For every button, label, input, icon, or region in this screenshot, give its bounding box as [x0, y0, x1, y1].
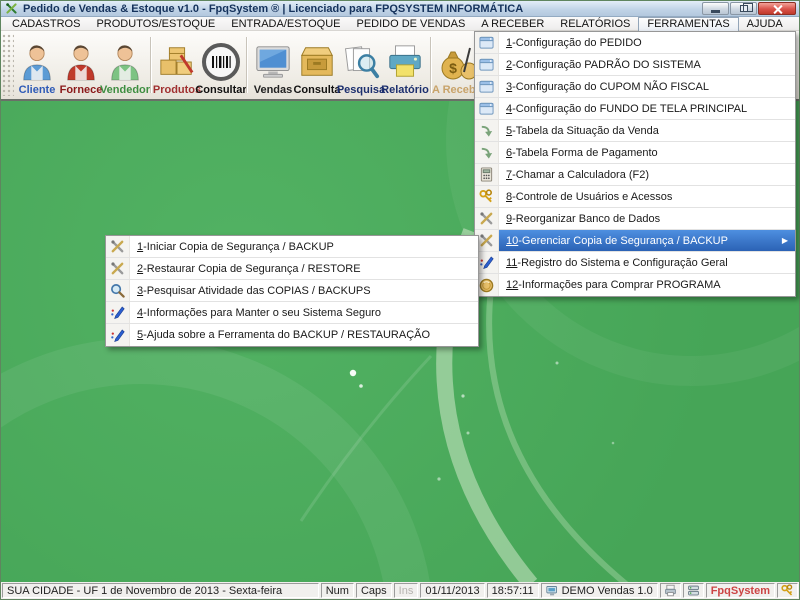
search-docs-icon	[341, 40, 381, 84]
backup-submenu: 1-Iniciar Copia de Segurança / BACKUP 2-…	[105, 235, 479, 347]
tools-icon	[106, 258, 130, 279]
toolbar-button-produtos[interactable]: Produtos	[155, 31, 199, 99]
status-network-panel[interactable]	[683, 583, 704, 598]
seller-person-icon	[105, 40, 145, 84]
status-keys-panel[interactable]	[777, 583, 798, 598]
status-demo-version: DEMO Vendas 1.0	[541, 583, 658, 598]
restore-icon	[740, 5, 748, 12]
magnifier-icon	[106, 280, 130, 301]
submenu-item-informacoes-seguranca[interactable]: 4-Informações para Manter o seu Sistema …	[106, 302, 478, 324]
status-time: 18:57:11	[487, 583, 539, 598]
menu-item-chamar-calculadora[interactable]: 7-Chamar a Calculadora (F2)	[475, 164, 795, 186]
keys-icon	[781, 584, 794, 597]
menu-item-informacoes-comprar[interactable]: 12-Informações para Comprar PROGRAMA	[475, 274, 795, 296]
keys-icon	[475, 186, 499, 207]
product-boxes-icon	[157, 40, 197, 84]
submenu-item-iniciar-backup[interactable]: 1-Iniciar Copia de Segurança / BACKUP	[106, 236, 478, 258]
toolbar-button-consulta[interactable]: Consulta	[295, 31, 339, 99]
ferramentas-dropdown-menu: 1-Configuração do PEDIDO 2-Configuração …	[474, 31, 796, 297]
menubar-item-a-receber[interactable]: A RECEBER	[473, 17, 552, 31]
menu-item-tabela-situacao-venda[interactable]: 5-Tabela da Situação da Venda	[475, 120, 795, 142]
menubar-item-pedido-de-vendas[interactable]: PEDIDO DE VENDAS	[348, 17, 473, 31]
tools-icon	[475, 208, 499, 229]
submenu-arrow-icon: ▶	[782, 230, 788, 251]
window-icon	[475, 32, 499, 53]
menu-item-controle-usuarios[interactable]: 8-Controle de Usuários e Acessos	[475, 186, 795, 208]
menu-item-configuracao-pedido[interactable]: 1-Configuração do PEDIDO	[475, 32, 795, 54]
menu-item-configuracao-fundo-tela[interactable]: 4-Configuração do FUNDO DE TELA PRINCIPA…	[475, 98, 795, 120]
menu-item-configuracao-padrao[interactable]: 2-Configuração PADRÃO DO SISTEMA	[475, 54, 795, 76]
sales-monitor-icon	[253, 40, 293, 84]
status-caps-lock: Caps	[356, 583, 392, 598]
status-bar: SUA CIDADE - UF 1 de Novembro de 2013 - …	[1, 582, 799, 599]
app-tools-icon	[5, 2, 18, 15]
toolbar-button-pesquisa[interactable]: Pesquisa	[339, 31, 383, 99]
menubar-item-relatorios[interactable]: RELATÓRIOS	[552, 17, 638, 31]
application-window: Pedido de Vendas & Estoque v1.0 - FpqSys…	[0, 0, 800, 600]
status-brand: FpqSystem	[706, 583, 775, 598]
status-date: 01/11/2013	[420, 583, 484, 598]
submenu-item-pesquisar-copias[interactable]: 3-Pesquisar Atividade das COPIAS / BACKU…	[106, 280, 478, 302]
close-icon	[773, 4, 782, 13]
menubar-item-entrada-estoque[interactable]: ENTRADA/ESTOQUE	[223, 17, 348, 31]
window-icon	[475, 98, 499, 119]
toolbar-button-relatorio[interactable]: Relatório	[383, 31, 427, 99]
toolbar-button-fornece[interactable]: Fornece	[59, 31, 103, 99]
toolbar-separator	[246, 37, 248, 93]
drawer-icon	[297, 40, 337, 84]
menubar-item-produtos-estoque[interactable]: PRODUTOS/ESTOQUE	[88, 17, 223, 31]
menubar-item-cadastros[interactable]: CADASTROS	[4, 17, 88, 31]
toolbar-button-vendedor[interactable]: Vendedor	[103, 31, 147, 99]
client-person-icon	[17, 40, 57, 84]
barcode-icon	[201, 40, 241, 84]
restore-button[interactable]	[730, 2, 757, 15]
status-location: SUA CIDADE - UF 1 de Novembro de 2013 - …	[2, 583, 319, 598]
printer-icon	[664, 584, 677, 597]
status-num-lock: Num	[321, 583, 354, 598]
minimize-icon	[711, 10, 720, 13]
toolbar-separator	[150, 37, 152, 93]
calculator-icon	[475, 164, 499, 185]
network-icon	[687, 584, 700, 597]
submenu-item-restaurar-restore[interactable]: 2-Restaurar Copia de Segurança / RESTORE	[106, 258, 478, 280]
window-icon	[475, 54, 499, 75]
menu-bar: CADASTROS PRODUTOS/ESTOQUE ENTRADA/ESTOQ…	[1, 17, 799, 31]
supplier-person-icon	[61, 40, 101, 84]
menubar-item-ajuda[interactable]: AJUDA	[739, 17, 791, 31]
pen-icon	[106, 302, 130, 323]
close-button[interactable]	[758, 2, 796, 15]
window-title: Pedido de Vendas & Estoque v1.0 - FpqSys…	[23, 3, 523, 15]
submenu-item-ajuda-backup[interactable]: 5-Ajuda sobre a Ferramenta do BACKUP / R…	[106, 324, 478, 346]
tools-icon	[106, 236, 130, 257]
toolbar-button-vendas[interactable]: Vendas	[251, 31, 295, 99]
pen-icon	[106, 324, 130, 346]
table-arrow-icon	[475, 142, 499, 163]
menu-item-configuracao-cupom[interactable]: 3-Configuração do CUPOM NÃO FISCAL	[475, 76, 795, 98]
menu-item-tabela-forma-pagamento[interactable]: 6-Tabela Forma de Pagamento	[475, 142, 795, 164]
menu-item-registro-sistema[interactable]: 11-Registro do Sistema e Configuração Ge…	[475, 252, 795, 274]
menubar-item-ferramentas[interactable]: FERRAMENTAS	[638, 17, 738, 31]
computer-icon	[546, 584, 559, 597]
status-insert: Ins	[394, 583, 419, 598]
toolbar-grip[interactable]	[2, 34, 14, 96]
table-arrow-icon	[475, 120, 499, 141]
title-bar[interactable]: Pedido de Vendas & Estoque v1.0 - FpqSys…	[1, 1, 799, 17]
status-printer-panel[interactable]	[660, 583, 681, 598]
menu-item-reorganizar-banco[interactable]: 9-Reorganizar Banco de Dados	[475, 208, 795, 230]
toolbar-button-cliente[interactable]: Cliente	[15, 31, 59, 99]
menu-item-gerenciar-backup[interactable]: 10-Gerenciar Copia de Segurança / BACKUP…	[475, 230, 795, 252]
printer-icon	[385, 40, 425, 84]
money-bags-icon	[439, 40, 479, 84]
toolbar-button-consultar[interactable]: Consultar	[199, 31, 243, 99]
window-icon	[475, 76, 499, 97]
minimize-button[interactable]	[702, 2, 729, 15]
